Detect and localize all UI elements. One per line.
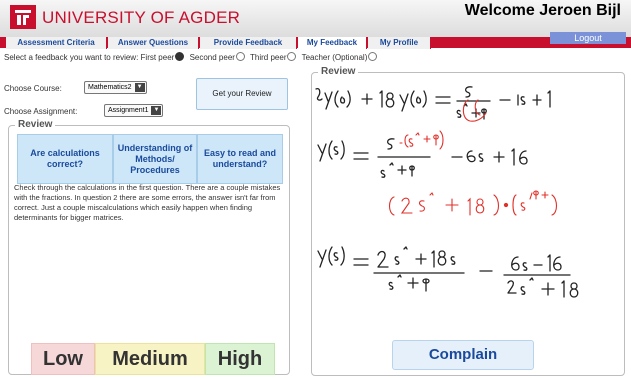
university-name: UNIVERSITY OF AGDER	[42, 8, 241, 27]
feedback-text: Check through the calculations in the fi…	[14, 183, 281, 222]
tab-my-feedback[interactable]: My Feedback	[298, 37, 367, 49]
course-select[interactable]: Mathematics2 ▼	[84, 81, 147, 94]
peer-select-prompt: Select a feedback you want to review:	[4, 53, 139, 62]
review-panel: Review Are calculations correct? Underst…	[8, 119, 290, 375]
tab-my-profile[interactable]: My Profile	[368, 37, 431, 49]
grade-high[interactable]: High	[205, 343, 275, 375]
course-select-value: Mathematics2	[88, 84, 132, 91]
header: UNIVERSITY OF AGDER Welcome Jeroen Bijl	[0, 0, 631, 38]
university-logo	[10, 5, 36, 29]
third-peer-radio[interactable]	[287, 52, 297, 61]
criterion-readability[interactable]: Easy to read and understand?	[197, 134, 283, 184]
answer-panel: Review Complain	[311, 66, 625, 376]
peer-option-label-3: Third peer	[250, 53, 287, 62]
tab-bar: Assessment Criteria Answer Questions Pro…	[0, 37, 631, 49]
second-peer-radio[interactable]	[235, 52, 245, 61]
handwritten-answer	[315, 86, 579, 298]
peer-option-label-1: First peer	[140, 53, 175, 62]
complain-button[interactable]: Complain	[392, 340, 534, 370]
course-label: Choose Course:	[4, 84, 62, 93]
grade-low[interactable]: Low	[31, 343, 95, 375]
criterion-label: Are calculations correct?	[30, 148, 100, 169]
first-peer-radio[interactable]	[175, 52, 185, 61]
get-review-button[interactable]: Get your Review	[196, 78, 288, 110]
welcome-message: Welcome Jeroen Bijl	[464, 2, 621, 19]
tab-provide-feedback[interactable]: Provide Feedback	[200, 37, 297, 49]
university-logo-icon	[15, 10, 31, 25]
chevron-down-icon: ▼	[134, 83, 145, 92]
tab-assessment-criteria[interactable]: Assessment Criteria	[6, 37, 107, 49]
chevron-down-icon: ▼	[151, 106, 162, 115]
assignment-select[interactable]: Assignment1 ▼	[104, 104, 164, 117]
assignment-label: Choose Assignment:	[4, 107, 78, 116]
criterion-label: Easy to read and understand?	[203, 148, 277, 169]
peer-option-label-4: Teacher (Optional)	[301, 53, 368, 62]
review-panel-title: Review	[15, 119, 56, 130]
peer-option-label-2: Second peer	[189, 53, 235, 62]
assignment-select-value: Assignment1	[108, 107, 149, 114]
criterion-label: Understanding of Methods/ Procedures	[117, 142, 193, 175]
grade-medium[interactable]: Medium	[95, 343, 205, 375]
peer-select-row: Select a feedback you want to review: Fi…	[4, 52, 380, 62]
criterion-calculations[interactable]: Are calculations correct?	[17, 134, 113, 184]
criterion-understanding[interactable]: Understanding of Methods/ Procedures	[113, 134, 197, 184]
logout-button[interactable]: Logout	[550, 32, 626, 44]
tab-answer-questions[interactable]: Answer Questions	[108, 37, 199, 49]
teacher-radio[interactable]	[368, 52, 378, 61]
